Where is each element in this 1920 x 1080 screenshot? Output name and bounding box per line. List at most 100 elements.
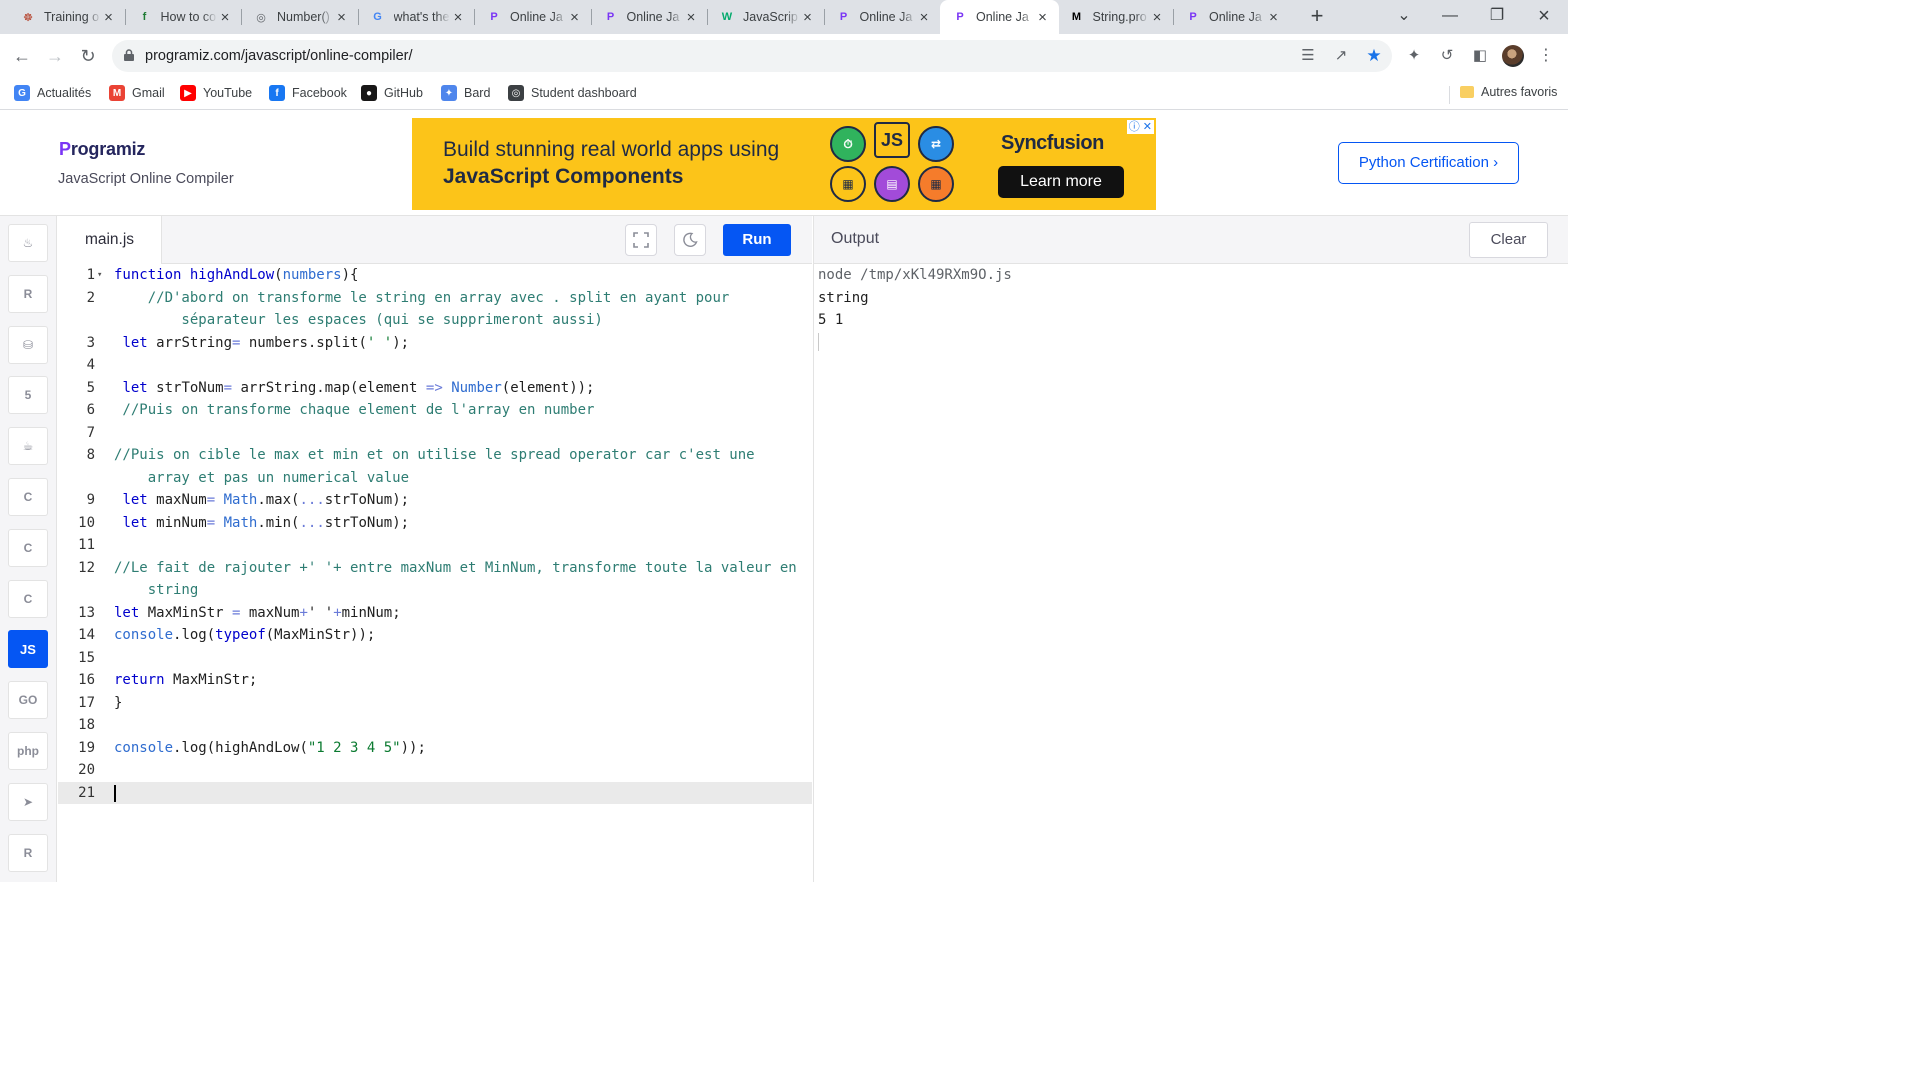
bookmark-gmail[interactable]: M Gmail xyxy=(109,85,165,101)
profile-avatar[interactable] xyxy=(1502,45,1524,67)
url-text[interactable]: programiz.com/javascript/online-compiler… xyxy=(145,48,413,64)
code-line: 19 console.log(highAndLow("1 2 3 4 5")); xyxy=(58,737,812,760)
programiz-logo[interactable]: Programiz xyxy=(59,139,145,160)
close-tab-icon[interactable]: × xyxy=(800,9,816,26)
tab-title: JavaScrip xyxy=(743,10,798,24)
tab-search-icon[interactable]: ⌄ xyxy=(1392,4,1416,28)
translate-icon[interactable]: ☰ xyxy=(1298,46,1318,66)
bookmark-youtube[interactable]: ▶ YouTube xyxy=(180,85,252,101)
back-button[interactable]: ← xyxy=(10,44,34,68)
code-text: function highAndLow(numbers){ xyxy=(114,264,358,287)
close-tab-icon[interactable]: × xyxy=(683,9,699,26)
tab-separator xyxy=(241,9,242,25)
browser-tab[interactable]: P Online Ja × xyxy=(940,0,1059,34)
run-button[interactable]: Run xyxy=(723,224,791,256)
bookmark-star-icon[interactable]: ★ xyxy=(1364,46,1384,66)
forward-button[interactable]: → xyxy=(43,44,67,68)
cpp-icon[interactable]: C xyxy=(8,528,48,567)
code-editor[interactable]: 1 ▾ function highAndLow(numbers){2 //D'abo… xyxy=(58,264,812,882)
close-tab-icon[interactable]: × xyxy=(334,9,350,26)
code-token: //Le fait de rajouter +' '+ entre maxNum… xyxy=(114,559,797,576)
code-token: (element)); xyxy=(501,379,595,396)
browser-tab[interactable]: ◎ Number() × xyxy=(241,0,358,34)
minimize-button[interactable]: — xyxy=(1438,4,1462,28)
close-tab-icon[interactable]: × xyxy=(217,9,233,26)
file-tab-main-js[interactable]: main.js xyxy=(58,216,162,264)
browser-tab[interactable]: Gwhat's the × xyxy=(358,0,475,34)
menu-kebab-icon[interactable]: ⋮ xyxy=(1536,46,1556,66)
google-icon: G xyxy=(373,11,382,23)
python-certification-button[interactable]: Python Certification › xyxy=(1338,142,1519,184)
go-icon[interactable]: GO xyxy=(8,681,48,720)
close-tab-icon[interactable]: × xyxy=(1266,9,1282,26)
fullscreen-icon[interactable] xyxy=(625,224,657,256)
side-panel-icon[interactable]: ◧ xyxy=(1470,46,1490,66)
browser-tab[interactable]: P Online Ja × xyxy=(1173,0,1290,34)
close-tab-icon[interactable]: × xyxy=(1149,9,1165,26)
address-bar[interactable]: programiz.com/javascript/online-compiler… xyxy=(112,40,1392,72)
clear-button[interactable]: Clear xyxy=(1469,222,1548,258)
bookmark-actualités[interactable]: G Actualités xyxy=(14,85,91,101)
javascript-icon[interactable]: JS xyxy=(8,630,48,669)
browser-tab[interactable]: P Online Ja × xyxy=(474,0,591,34)
close-tab-icon[interactable]: × xyxy=(1035,9,1051,26)
share-icon[interactable]: ↗ xyxy=(1331,46,1351,66)
code-line: 5 let strToNum= arrString.map(element =>… xyxy=(58,377,812,400)
python-icon[interactable]: ♨ xyxy=(8,224,48,262)
browser-tab[interactable]: W JavaScrip × xyxy=(707,0,824,34)
google-news-icon: G xyxy=(14,85,30,101)
performance-icon[interactable]: ↺ xyxy=(1437,46,1457,66)
browser-tab[interactable]: P Online Ja × xyxy=(824,0,941,34)
code-line: séparateur les espaces (qui se supprimer… xyxy=(58,309,812,332)
c-icon[interactable]: C xyxy=(8,478,48,516)
ad-banner[interactable]: Build stunning real world apps using Jav… xyxy=(412,118,1156,210)
code-text: //D'abord on transforme le string en arr… xyxy=(114,287,730,310)
ad-learn-more-button[interactable]: Learn more xyxy=(998,166,1124,198)
sql-icon[interactable]: ⛁ xyxy=(8,325,48,364)
code-text: let MaxMinStr = maxNum+' '+minNum; xyxy=(114,602,401,625)
dark-mode-icon[interactable] xyxy=(674,224,706,256)
codewars-icon: ☸ xyxy=(23,11,33,24)
ad-close-icon[interactable]: ⓘ ✕ xyxy=(1126,120,1154,134)
restore-button[interactable]: ❐ xyxy=(1485,4,1509,28)
browser-tab[interactable]: ☸ Training o × xyxy=(8,0,125,34)
line-number: 4 xyxy=(86,357,95,373)
r-icon[interactable]: R xyxy=(8,274,48,313)
ad-book-icon: ▤ xyxy=(874,166,910,202)
code-token: )); xyxy=(400,739,426,756)
new-tab-button[interactable]: + xyxy=(1305,5,1329,29)
browser-tab[interactable]: P Online Ja × xyxy=(591,0,708,34)
code-token: ... xyxy=(299,514,325,531)
bookmark-facebook[interactable]: f Facebook xyxy=(269,85,347,101)
close-tab-icon[interactable]: × xyxy=(916,9,932,26)
close-tab-icon[interactable]: × xyxy=(101,9,117,26)
code-line: array et pas un numerical value xyxy=(58,467,812,490)
fold-arrow-icon[interactable]: ▾ xyxy=(97,264,102,287)
php-icon[interactable]: php xyxy=(8,732,48,770)
close-tab-icon[interactable]: × xyxy=(567,9,583,26)
rust-icon[interactable]: R xyxy=(8,833,48,872)
bookmark-bard[interactable]: ✦ Bard xyxy=(441,85,490,101)
html-icon[interactable]: 5 xyxy=(8,376,48,415)
browser-tab[interactable]: M String.pro × xyxy=(1057,0,1174,34)
java-icon[interactable]: ☕ xyxy=(8,427,48,466)
browser-tab[interactable]: f How to co × xyxy=(125,0,242,34)
output-console[interactable]: node /tmp/xKl49RXm9O.js string 5 1 xyxy=(813,264,1568,882)
text-cursor xyxy=(114,784,116,802)
csharp-icon[interactable]: C xyxy=(8,579,48,618)
bookmark-github[interactable]: ● GitHub xyxy=(361,85,423,101)
swift-icon[interactable]: ➤ xyxy=(8,782,48,821)
logo-mark: P xyxy=(59,139,71,159)
reload-button[interactable]: ↻ xyxy=(76,44,100,68)
bookmark-student-dashboard[interactable]: ◎ Student dashboard xyxy=(508,85,637,101)
close-window-button[interactable]: × xyxy=(1532,4,1556,28)
programiz-icon: P xyxy=(606,11,615,23)
code-token: MaxMinStr xyxy=(147,604,233,621)
code-token: = xyxy=(232,604,249,621)
other-bookmarks-label: Autres favoris xyxy=(1481,85,1558,99)
extensions-icon[interactable]: ✦ xyxy=(1404,46,1424,66)
code-text: return MaxMinStr; xyxy=(114,669,257,692)
ad-headline: Build stunning real world apps using xyxy=(443,138,780,161)
close-tab-icon[interactable]: × xyxy=(450,9,466,26)
other-bookmarks[interactable]: Autres favoris xyxy=(1460,85,1557,99)
